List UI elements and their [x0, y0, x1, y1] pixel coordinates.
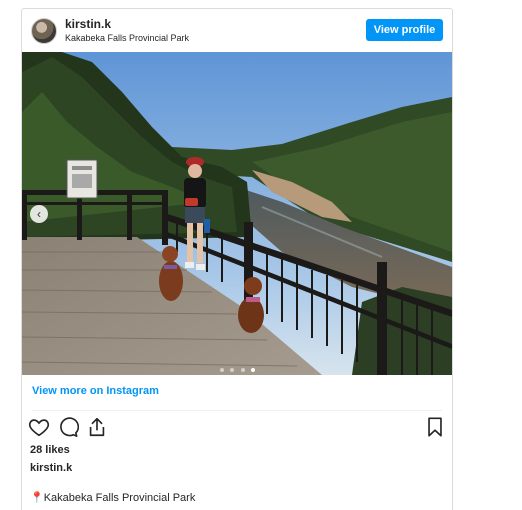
like-button[interactable]: [28, 416, 50, 438]
instagram-embed-card: kirstin.k Kakabeka Falls Provincial Park…: [21, 8, 453, 510]
action-bar: [22, 416, 452, 440]
carousel-dot: [220, 368, 224, 372]
view-profile-button[interactable]: View profile: [366, 19, 443, 41]
chevron-left-icon: ‹: [37, 207, 41, 221]
bookmark-icon: [428, 417, 442, 437]
comment-button[interactable]: [57, 416, 80, 438]
divider: [32, 410, 442, 411]
view-more-link[interactable]: View more on Instagram: [32, 385, 159, 397]
avatar[interactable]: [31, 18, 57, 44]
save-button[interactable]: [424, 416, 446, 438]
likes-count[interactable]: 28 likes: [30, 444, 70, 456]
caption-username[interactable]: kirstin.k: [30, 462, 72, 474]
post-header: kirstin.k Kakabeka Falls Provincial Park…: [22, 9, 452, 52]
heart-icon: [28, 419, 50, 437]
carousel-indicator: [220, 359, 257, 372]
location-label[interactable]: Kakabeka Falls Provincial Park: [65, 33, 189, 43]
post-photo[interactable]: ‹: [22, 52, 452, 375]
username[interactable]: kirstin.k: [65, 17, 111, 31]
photo-scene: [22, 52, 452, 375]
share-icon: [89, 417, 105, 437]
carousel-dot: [240, 368, 245, 372]
caption-text: Kakabeka Falls Provincial Park: [43, 492, 196, 504]
share-button[interactable]: [86, 416, 108, 438]
pin-icon: 📍: [30, 492, 44, 504]
caption: 📍Kakabeka Falls Provincial Park: [30, 491, 195, 504]
carousel-prev-button[interactable]: ‹: [30, 205, 48, 223]
comment-icon: [60, 417, 80, 437]
